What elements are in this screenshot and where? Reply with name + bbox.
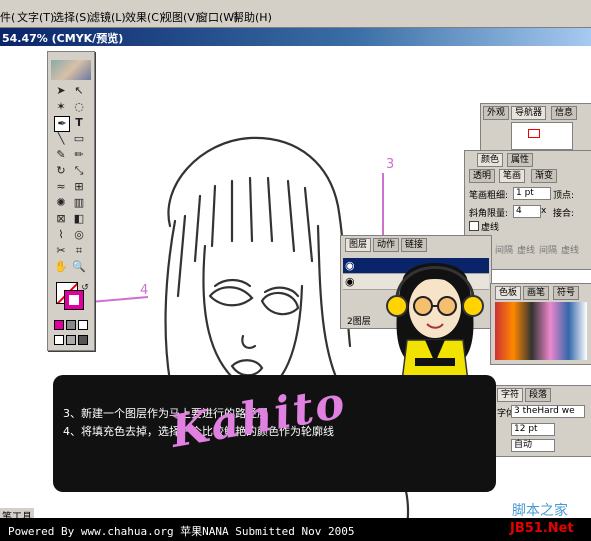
color-mode-button[interactable] — [54, 320, 64, 330]
rotate-tool-icon[interactable]: ↻ — [54, 164, 68, 178]
toolbox-header-image — [51, 60, 91, 80]
tab-attributes[interactable]: 属性 — [507, 153, 534, 167]
miter-unit: x — [541, 206, 547, 216]
screen-mode-full-button[interactable] — [66, 335, 76, 345]
screen-mode-normal-button[interactable] — [54, 335, 64, 345]
dash-gap-label-1: 间隔 — [495, 246, 514, 256]
tab-character[interactable]: 字符 — [497, 388, 524, 402]
tab-stroke[interactable]: 笔画 — [499, 169, 526, 183]
swap-fill-stroke-icon[interactable]: ↺ — [78, 281, 92, 295]
tab-paragraph[interactable]: 段落 — [525, 388, 552, 402]
miter-limit-field[interactable]: 4 — [513, 205, 541, 218]
font-family-field[interactable]: 3 theHard we — [511, 405, 585, 418]
magic-wand-tool-icon[interactable]: ✶ — [54, 100, 68, 114]
navigator-preview[interactable] — [511, 122, 573, 150]
eyedropper-tool-icon[interactable]: ⌇ — [54, 228, 68, 242]
eye-icon[interactable]: ◉ — [345, 259, 355, 272]
pencil-tool-icon[interactable]: ✏ — [72, 148, 86, 162]
slice-tool-icon[interactable]: ⌗ — [72, 244, 86, 258]
leading-field[interactable]: 自动 — [511, 439, 555, 452]
toolbox-panel: ➤ ↖ ✶ ◌ ✒ T ╲ ▭ ✎ ✏ ↻ ⤡ ≈ ⊞ ✺ ▥ ⊠ ◧ ⌇ ◎ … — [47, 51, 95, 351]
swatches-panel: 色板 画笔 符号 — [490, 283, 591, 365]
hand-tool-icon[interactable]: ✋ — [54, 260, 68, 274]
graph-tool-icon[interactable]: ▥ — [72, 196, 86, 210]
dashed-line-label: 虚线 — [481, 223, 500, 233]
cap-label: 顶点: — [553, 191, 575, 201]
paintbrush-tool-icon[interactable]: ✎ — [54, 148, 68, 162]
tab-gradient[interactable]: 渐变 — [531, 169, 558, 183]
watermark-site-url: JB51.Net — [510, 521, 574, 536]
tab-color[interactable]: 颜色 — [477, 153, 504, 167]
selection-tool-icon[interactable]: ➤ — [54, 84, 68, 98]
dash-label-2: 虚线 — [517, 246, 536, 256]
line-tool-icon[interactable]: ╲ — [54, 132, 68, 146]
stroke-weight-label: 笔画粗细: — [469, 191, 509, 201]
credit-text: Powered By www.chahua.org 苹果NANA Submitt… — [8, 525, 355, 538]
warp-tool-icon[interactable]: ≈ — [54, 180, 68, 194]
annotation-number-3: 3 — [386, 157, 395, 172]
layer-count: 2图层 — [347, 317, 371, 327]
tab-navigator[interactable]: 导航器 — [511, 106, 547, 120]
gradient-tool-icon[interactable]: ◧ — [72, 212, 86, 226]
type-tool-icon[interactable]: T — [72, 116, 86, 130]
symbol-sprayer-tool-icon[interactable]: ✺ — [54, 196, 68, 210]
miter-limit-label: 斜角限量: — [469, 209, 509, 219]
tab-transparency[interactable]: 透明 — [469, 169, 496, 183]
swatch-grid[interactable] — [495, 302, 587, 360]
tab-layers[interactable]: 图层 — [345, 238, 372, 252]
watermark-site-name: 脚本之家 — [512, 503, 568, 519]
mesh-tool-icon[interactable]: ⊠ — [54, 212, 68, 226]
character-panel: 字符 段落 字体: 3 theHard we 12 pt 自动 — [494, 385, 591, 457]
none-mode-button[interactable] — [78, 320, 88, 330]
scissors-tool-icon[interactable]: ✂ — [54, 244, 68, 258]
blend-tool-icon[interactable]: ◎ — [72, 228, 86, 242]
stroke-weight-field[interactable]: 1 pt — [513, 187, 551, 200]
pen-tool-icon[interactable]: ✒ — [54, 116, 70, 132]
free-transform-tool-icon[interactable]: ⊞ — [72, 180, 86, 194]
direct-selection-tool-icon[interactable]: ↖ — [72, 84, 86, 98]
dashed-line-checkbox[interactable] — [469, 221, 479, 231]
tab-appearance[interactable]: 外观 — [483, 106, 510, 120]
navigator-panel: 外观 导航器 信息 — [480, 103, 591, 153]
join-label: 接合: — [553, 209, 575, 219]
scale-tool-icon[interactable]: ⤡ — [72, 164, 86, 178]
tab-swatches[interactable]: 色板 — [495, 286, 522, 300]
gradient-mode-button[interactable] — [66, 320, 76, 330]
annotation-number-4: 4 — [140, 283, 149, 298]
tab-brushes[interactable]: 画笔 — [523, 286, 550, 300]
tab-symbols[interactable]: 符号 — [553, 286, 580, 300]
eye-icon[interactable]: ◉ — [345, 275, 355, 288]
font-size-field[interactable]: 12 pt — [511, 423, 555, 436]
tab-info[interactable]: 信息 — [551, 106, 578, 120]
screen-mode-black-button[interactable] — [78, 335, 88, 345]
rectangle-tool-icon[interactable]: ▭ — [72, 132, 86, 146]
dash-label-3: 虚线 — [561, 246, 580, 256]
dash-gap-label-2: 间隔 — [539, 246, 558, 256]
zoom-tool-icon[interactable]: 🔍 — [72, 260, 86, 274]
lasso-tool-icon[interactable]: ◌ — [72, 100, 86, 114]
credit-footer: Powered By www.chahua.org 苹果NANA Submitt… — [0, 518, 591, 541]
